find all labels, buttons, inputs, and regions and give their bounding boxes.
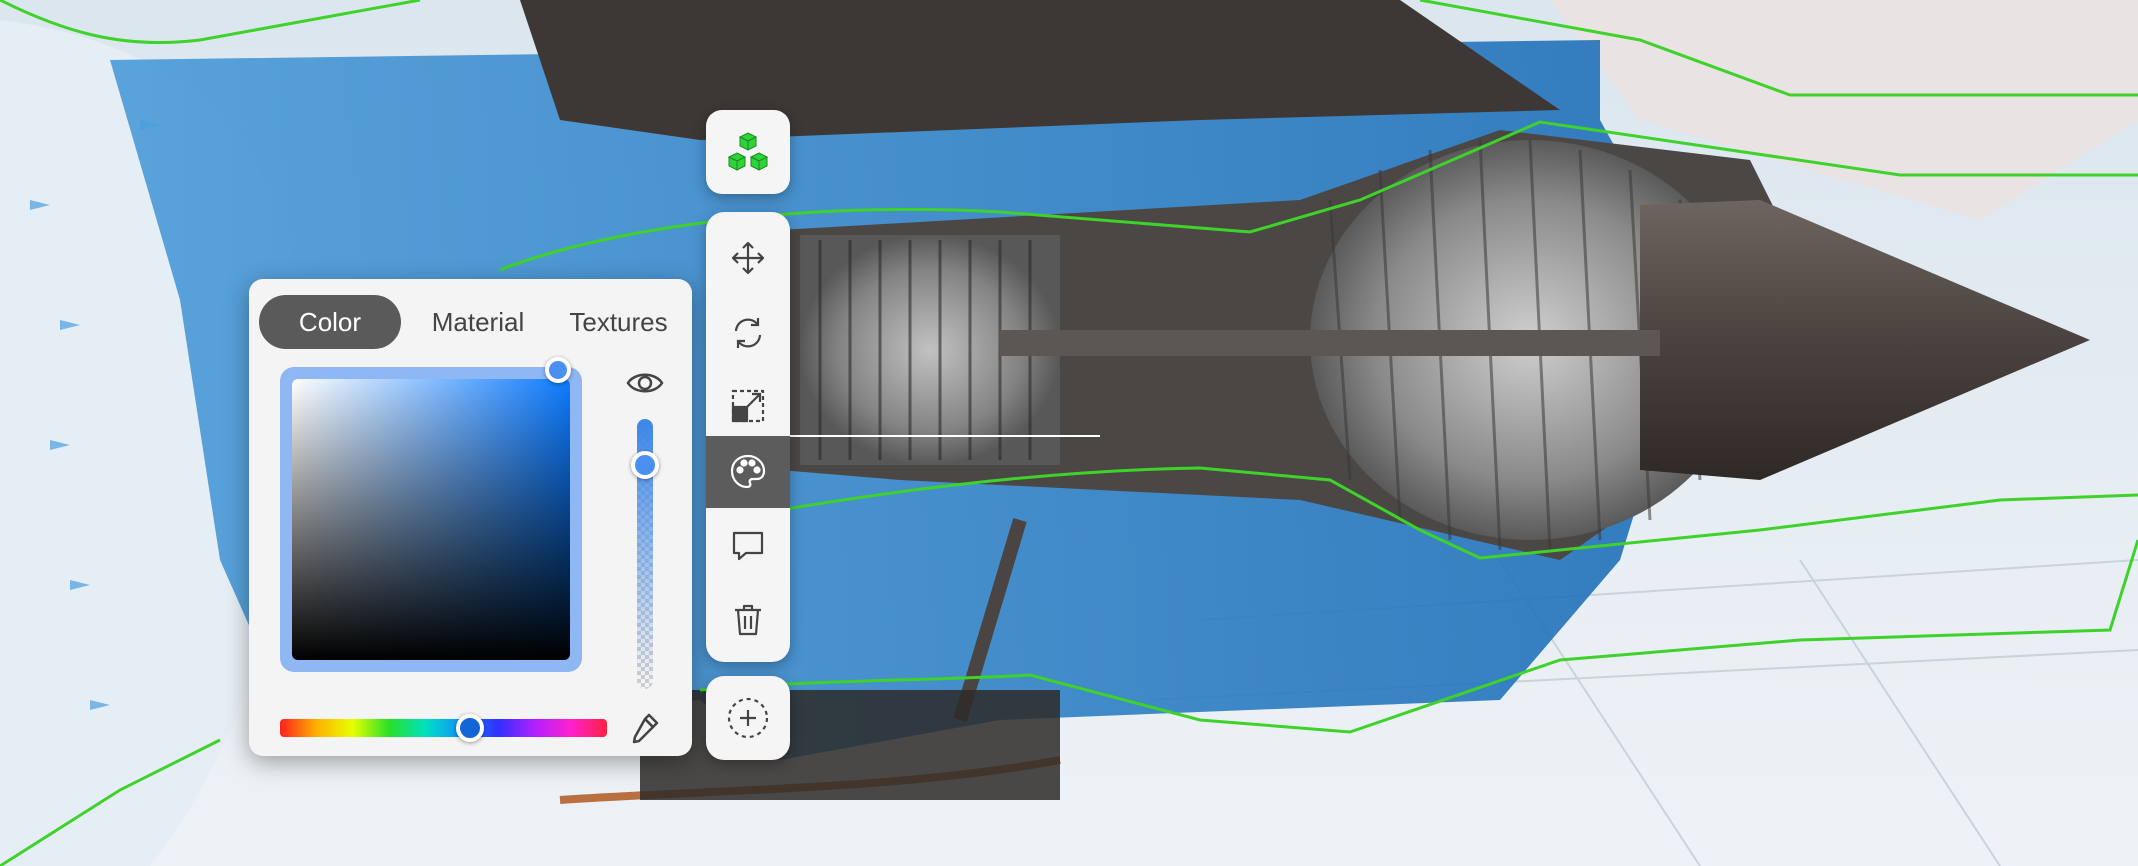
hue-slider[interactable]	[280, 714, 607, 742]
tab-textures[interactable]: Textures	[555, 295, 682, 349]
saturation-value-handle[interactable]	[545, 357, 571, 383]
tab-color[interactable]: Color	[259, 295, 401, 349]
comment-tool-button[interactable]	[706, 510, 790, 582]
scale-icon	[730, 388, 766, 424]
opacity-slider[interactable]	[631, 419, 659, 689]
opacity-slider-handle[interactable]	[631, 450, 659, 479]
add-circle-icon	[725, 695, 771, 741]
trash-icon	[730, 602, 766, 638]
scale-tool-button[interactable]	[706, 370, 790, 442]
eyedropper-icon[interactable]	[625, 709, 663, 747]
tool-toolbar	[706, 212, 790, 662]
objects-button[interactable]	[706, 110, 790, 194]
delete-tool-button[interactable]	[706, 584, 790, 656]
color-picker-panel: Color Material Textures	[249, 279, 692, 756]
move-tool-button[interactable]	[706, 222, 790, 294]
comment-icon	[730, 528, 766, 564]
cubes-icon	[726, 130, 770, 174]
paint-tool-button[interactable]	[706, 436, 790, 508]
move-icon	[730, 240, 766, 276]
saturation-value-field[interactable]	[280, 357, 582, 672]
tab-material[interactable]: Material	[407, 295, 549, 349]
eye-icon[interactable]	[625, 363, 665, 403]
palette-icon	[729, 453, 767, 491]
rotate-icon	[730, 315, 766, 351]
saturation-value-gradient	[292, 379, 570, 660]
hue-slider-handle[interactable]	[455, 714, 484, 742]
add-button[interactable]	[706, 676, 790, 760]
rotate-tool-button[interactable]	[706, 297, 790, 369]
picker-tabs: Color Material Textures	[259, 295, 682, 349]
